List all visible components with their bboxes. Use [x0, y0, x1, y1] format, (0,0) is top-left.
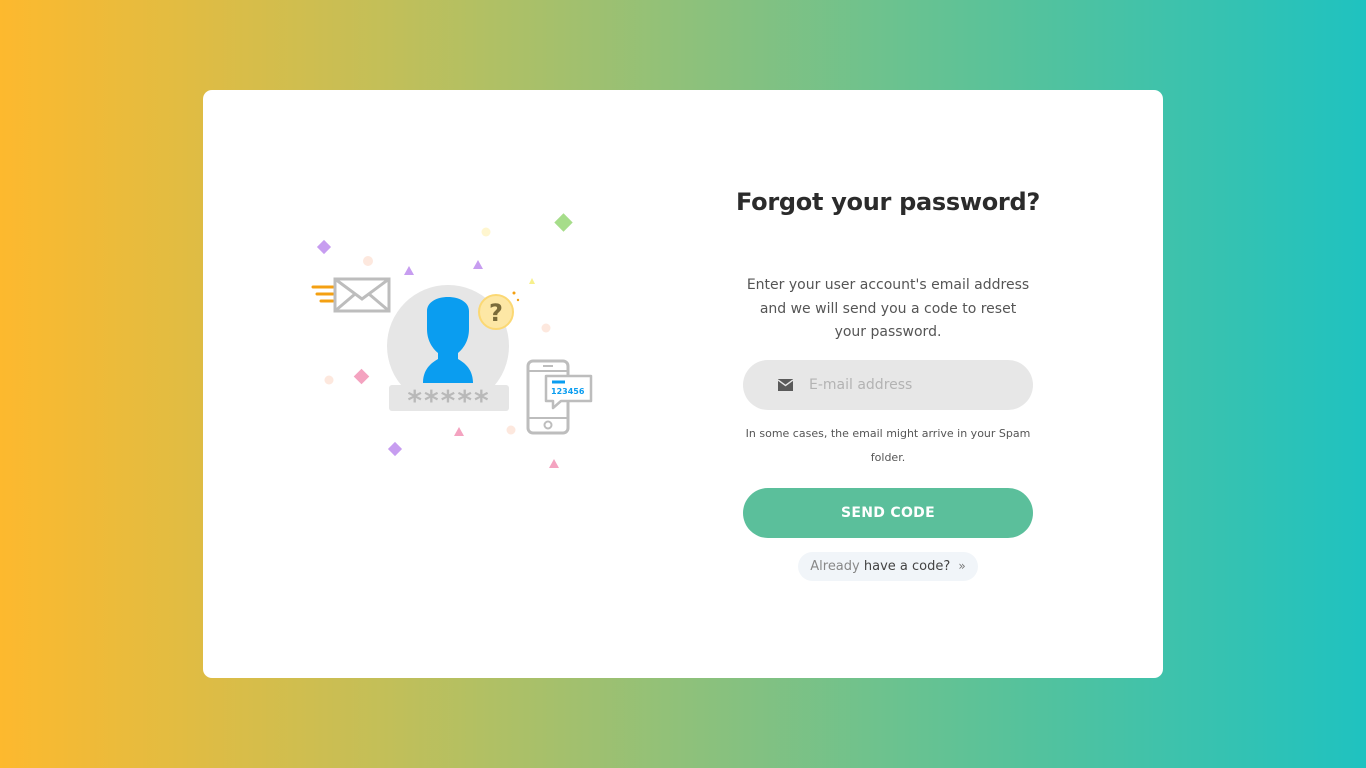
user-avatar-icon	[423, 297, 473, 383]
question-mark-icon: ?	[478, 291, 520, 330]
confetti-dot	[481, 227, 491, 237]
confetti-triangle	[473, 260, 483, 269]
double-chevron-right-icon: »	[958, 559, 966, 573]
confetti-diamond	[387, 441, 403, 457]
confetti-dot	[506, 425, 516, 435]
confetti-dot	[363, 256, 373, 266]
confetti-triangle	[529, 278, 535, 284]
confetti-dot	[541, 323, 551, 333]
confetti-dot	[324, 375, 334, 385]
have-code-label: have a code?	[863, 559, 951, 574]
confetti-diamond	[554, 213, 573, 232]
illustration-art: ? ***** 123456	[311, 213, 593, 468]
have-code-link[interactable]: Already have a code? »	[798, 552, 978, 581]
email-field-wrapper	[743, 360, 1033, 410]
confetti-diamond	[353, 368, 370, 385]
page-title: Forgot your password?	[736, 188, 1040, 216]
reset-password-card: ? ***** 123456 Forgot your password? Ent…	[203, 90, 1163, 678]
svg-text:?: ?	[489, 299, 503, 327]
sms-code: 123456	[551, 387, 585, 396]
spam-folder-note: In some cases, the email might arrive in…	[745, 427, 1031, 464]
forgot-password-illustration: ? ***** 123456	[303, 205, 603, 475]
email-input[interactable]	[809, 360, 1019, 410]
password-mask: *****	[407, 384, 490, 417]
envelope-icon	[778, 379, 793, 391]
confetti-triangle	[454, 427, 464, 436]
have-code-prefix: Already	[810, 559, 860, 574]
instructions-text: Enter your user account's email address …	[746, 277, 1030, 340]
envelope-icon	[311, 277, 391, 313]
confetti-triangle	[404, 266, 414, 275]
confetti-triangle	[549, 459, 559, 468]
confetti-diamond	[316, 239, 332, 255]
send-code-button[interactable]: SEND CODE	[743, 488, 1033, 538]
